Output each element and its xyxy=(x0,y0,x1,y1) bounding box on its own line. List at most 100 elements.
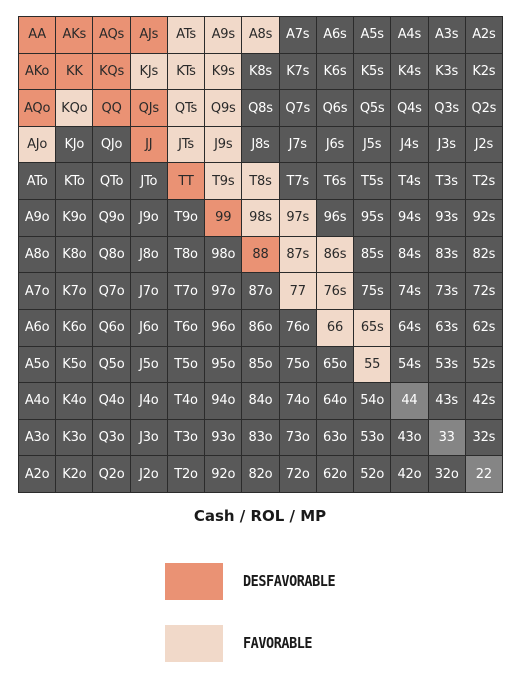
hand-cell-J5s: J5s xyxy=(354,126,391,163)
hand-cell-K3o: K3o xyxy=(56,419,93,456)
hand-cell-Q5s: Q5s xyxy=(354,90,391,126)
legend-label-desfavorable: DESFAVORABLE xyxy=(243,572,336,590)
hand-cell-63o: 63o xyxy=(316,419,354,456)
hand-cell-AQs: AQs xyxy=(93,17,130,53)
hand-cell-85o: 85o xyxy=(242,346,279,383)
hand-cell-K8o: K8o xyxy=(56,236,93,273)
hand-cell-J2s: J2s xyxy=(465,126,502,163)
hand-cell-66: 66 xyxy=(316,309,354,346)
hand-cell-T6s: T6s xyxy=(316,163,354,200)
hand-cell-J9o: J9o xyxy=(130,200,167,236)
hand-cell-96s: 96s xyxy=(316,200,354,236)
hand-cell-KTo: KTo xyxy=(56,163,93,200)
hand-cell-Q7o: Q7o xyxy=(93,273,130,309)
hand-cell-54o: 54o xyxy=(354,383,391,419)
hand-cell-JJ: JJ xyxy=(130,126,167,163)
hand-cell-J7s: J7s xyxy=(279,126,316,163)
hand-cell-T3o: T3o xyxy=(167,419,205,456)
hand-cell-83o: 83o xyxy=(242,419,279,456)
hand-cell-Q7s: Q7s xyxy=(279,90,316,126)
hand-cell-86o: 86o xyxy=(242,309,279,346)
hand-cell-T9o: T9o xyxy=(167,200,205,236)
hand-cell-99: 99 xyxy=(205,200,242,236)
hand-cell-QJo: QJo xyxy=(93,126,130,163)
hand-cell-87o: 87o xyxy=(242,273,279,309)
hand-cell-T2s: T2s xyxy=(465,163,502,200)
hand-cell-K7s: K7s xyxy=(279,53,316,90)
hand-cell-ATs: ATs xyxy=(167,17,205,53)
hand-cell-A4s: A4s xyxy=(391,17,428,53)
hand-cell-QJs: QJs xyxy=(130,90,167,126)
hand-cell-J4s: J4s xyxy=(391,126,428,163)
hand-cell-AJo: AJo xyxy=(19,126,56,163)
legend-swatch-desfavorable xyxy=(165,563,223,600)
hand-cell-82s: 82s xyxy=(465,236,502,273)
hand-cell-72o: 72o xyxy=(279,456,316,492)
hand-cell-74o: 74o xyxy=(279,383,316,419)
hand-cell-A3s: A3s xyxy=(428,17,465,53)
hand-cell-J6s: J6s xyxy=(316,126,354,163)
hand-cell-Q6o: Q6o xyxy=(93,309,130,346)
hand-cell-T6o: T6o xyxy=(167,309,205,346)
hand-cell-Q8s: Q8s xyxy=(242,90,279,126)
hand-cell-54s: 54s xyxy=(391,346,428,383)
hand-cell-QQ: QQ xyxy=(93,90,130,126)
hand-cell-44: 44 xyxy=(391,383,428,419)
hand-cell-Q5o: Q5o xyxy=(93,346,130,383)
hand-cell-42o: 42o xyxy=(391,456,428,492)
hand-cell-T3s: T3s xyxy=(428,163,465,200)
hand-cell-T7o: T7o xyxy=(167,273,205,309)
hand-cell-88: 88 xyxy=(242,236,279,273)
hand-cell-97s: 97s xyxy=(279,200,316,236)
hand-cell-Q3o: Q3o xyxy=(93,419,130,456)
hand-cell-52s: 52s xyxy=(465,346,502,383)
hand-cell-62o: 62o xyxy=(316,456,354,492)
hand-cell-K3s: K3s xyxy=(428,53,465,90)
hand-cell-73o: 73o xyxy=(279,419,316,456)
hand-cell-33: 33 xyxy=(428,419,465,456)
hand-cell-A2o: A2o xyxy=(19,456,56,492)
hand-cell-AKs: AKs xyxy=(56,17,93,53)
hand-cell-K6s: K6s xyxy=(316,53,354,90)
hand-cell-77: 77 xyxy=(279,273,316,309)
hand-cell-A9s: A9s xyxy=(205,17,242,53)
legend-label-favorable: FAVORABLE xyxy=(243,634,313,652)
hand-cell-ATo: ATo xyxy=(19,163,56,200)
hand-cell-J7o: J7o xyxy=(130,273,167,309)
hand-cell-A8o: A8o xyxy=(19,236,56,273)
hand-cell-J6o: J6o xyxy=(130,309,167,346)
hand-cell-Q6s: Q6s xyxy=(316,90,354,126)
hand-cell-52o: 52o xyxy=(354,456,391,492)
hand-cell-T8s: T8s xyxy=(242,163,279,200)
hand-cell-T7s: T7s xyxy=(279,163,316,200)
hand-cell-42s: 42s xyxy=(465,383,502,419)
hand-cell-A6o: A6o xyxy=(19,309,56,346)
hand-cell-T4s: T4s xyxy=(391,163,428,200)
hand-cell-T2o: T2o xyxy=(167,456,205,492)
hand-cell-65s: 65s xyxy=(354,309,391,346)
hand-cell-J3o: J3o xyxy=(130,419,167,456)
hand-cell-82o: 82o xyxy=(242,456,279,492)
hand-cell-A3o: A3o xyxy=(19,419,56,456)
chart-title: Cash / ROL / MP xyxy=(193,507,327,525)
hand-cell-T9s: T9s xyxy=(205,163,242,200)
hand-cell-A2s: A2s xyxy=(465,17,502,53)
hand-cell-43o: 43o xyxy=(391,419,428,456)
hand-cell-AA: AA xyxy=(19,17,56,53)
hand-cell-72s: 72s xyxy=(465,273,502,309)
hand-cell-KQo: KQo xyxy=(56,90,93,126)
hand-cell-Q9s: Q9s xyxy=(205,90,242,126)
hand-cell-K7o: K7o xyxy=(56,273,93,309)
hand-cell-QTo: QTo xyxy=(93,163,130,200)
hand-cell-32s: 32s xyxy=(465,419,502,456)
hand-cell-74s: 74s xyxy=(391,273,428,309)
hand-cell-Q4o: Q4o xyxy=(93,383,130,419)
hand-cell-98s: 98s xyxy=(242,200,279,236)
hand-cell-87s: 87s xyxy=(279,236,316,273)
hand-cell-J9s: J9s xyxy=(205,126,242,163)
hand-cell-84s: 84s xyxy=(391,236,428,273)
hand-cell-83s: 83s xyxy=(428,236,465,273)
hand-cell-AJs: AJs xyxy=(130,17,167,53)
hand-cell-A5o: A5o xyxy=(19,346,56,383)
hand-cell-86s: 86s xyxy=(316,236,354,273)
